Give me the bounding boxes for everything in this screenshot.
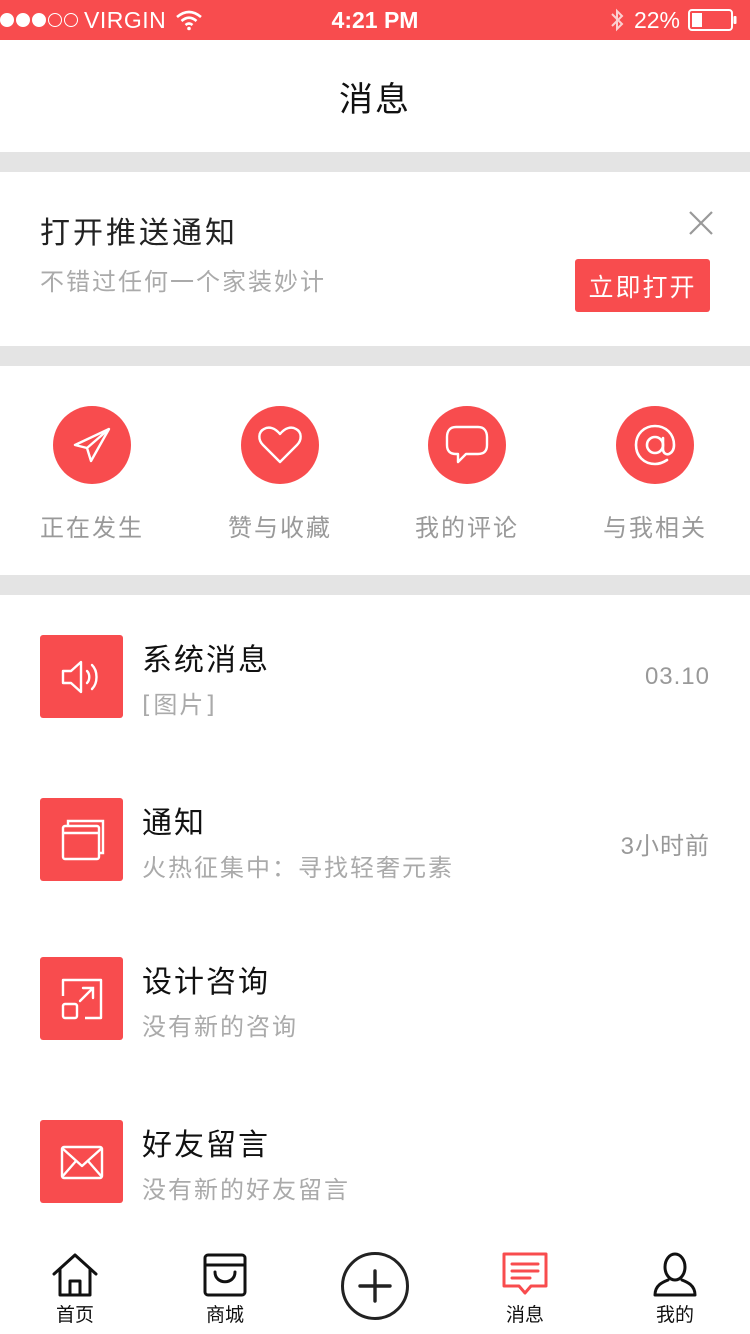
- tab-profile[interactable]: 我的: [600, 1244, 750, 1334]
- quick-action-label: 正在发生: [40, 514, 144, 542]
- section-divider: [0, 575, 750, 595]
- section-divider: [0, 346, 750, 366]
- tab-shop[interactable]: 商城: [150, 1244, 300, 1334]
- message-preview: [图片]: [142, 691, 217, 719]
- quick-action-happening[interactable]: 正在发生: [0, 406, 187, 543]
- at-sign-icon: [634, 424, 676, 466]
- quick-action-likes[interactable]: 赞与收藏: [185, 406, 375, 543]
- list-item[interactable]: 设计咨询 没有新的咨询: [0, 917, 750, 1041]
- plus-icon: [358, 1269, 392, 1303]
- push-notification-banner: 打开推送通知 不错过任何一个家装妙计 立即打开: [0, 172, 750, 346]
- message-title: 系统消息: [142, 643, 270, 678]
- heart-icon: [258, 426, 302, 464]
- quick-action-comments[interactable]: 我的评论: [372, 406, 562, 543]
- enable-push-button[interactable]: 立即打开: [575, 259, 710, 312]
- title-bar: 消息: [0, 40, 750, 152]
- message-icon: [502, 1252, 548, 1295]
- quick-action-label: 我的评论: [415, 514, 519, 542]
- close-icon[interactable]: [688, 210, 714, 236]
- envelope-icon: [60, 1145, 103, 1179]
- page-title: 消息: [339, 79, 411, 120]
- quick-action-label: 与我相关: [603, 514, 707, 542]
- battery-percent: 22%: [633, 6, 680, 33]
- tab-label: 消息: [505, 1304, 544, 1326]
- push-banner-subtitle: 不错过任何一个家装妙计: [40, 268, 326, 296]
- resize-arrow-icon: [61, 978, 102, 1019]
- tab-label: 首页: [55, 1304, 94, 1326]
- list-item[interactable]: 通知 火热征集中：寻找轻奢元素 3小时前: [0, 758, 750, 882]
- speaker-icon: [61, 660, 98, 693]
- tab-bar: 首页 商城 消息 我的: [0, 1244, 750, 1334]
- message-preview: 没有新的咨询: [142, 1013, 298, 1041]
- section-divider: [0, 152, 750, 172]
- message-title: 好友留言: [142, 1128, 270, 1163]
- list-item[interactable]: 系统消息 [图片] 03.10: [0, 595, 750, 719]
- quick-action-mentions[interactable]: 与我相关: [560, 406, 750, 543]
- message-preview: 没有新的好友留言: [142, 1176, 350, 1204]
- tab-home[interactable]: 首页: [0, 1244, 150, 1334]
- quick-action-label: 赞与收藏: [228, 514, 332, 542]
- comment-bubble-icon: [445, 425, 489, 464]
- message-time: 03.10: [644, 663, 710, 690]
- tab-label: 我的: [655, 1304, 694, 1326]
- add-post-button[interactable]: [341, 1252, 409, 1320]
- status-bar: VIRGIN 4:21 PM 22%: [0, 0, 750, 40]
- bluetooth-icon: [611, 8, 624, 32]
- message-time: 3小时前: [620, 833, 710, 860]
- status-right: 22%: [608, 0, 738, 40]
- message-title: 通知: [142, 806, 206, 841]
- tab-messages[interactable]: 消息: [450, 1244, 600, 1334]
- message-preview: 火热征集中：寻找轻奢元素: [142, 854, 454, 882]
- battery-icon: [688, 9, 737, 31]
- shop-bag-icon: [203, 1253, 247, 1297]
- paper-plane-icon: [73, 427, 111, 463]
- quick-actions: 正在发生 赞与收藏 我的评论 与我相关: [0, 366, 750, 575]
- push-banner-title: 打开推送通知: [40, 216, 238, 251]
- home-icon: [52, 1253, 98, 1297]
- list-item[interactable]: 好友留言 没有新的好友留言: [0, 1080, 750, 1204]
- message-title: 设计咨询: [142, 965, 270, 1000]
- window-stack-icon: [61, 819, 104, 860]
- user-icon: [653, 1252, 697, 1297]
- tab-label: 商城: [205, 1304, 244, 1326]
